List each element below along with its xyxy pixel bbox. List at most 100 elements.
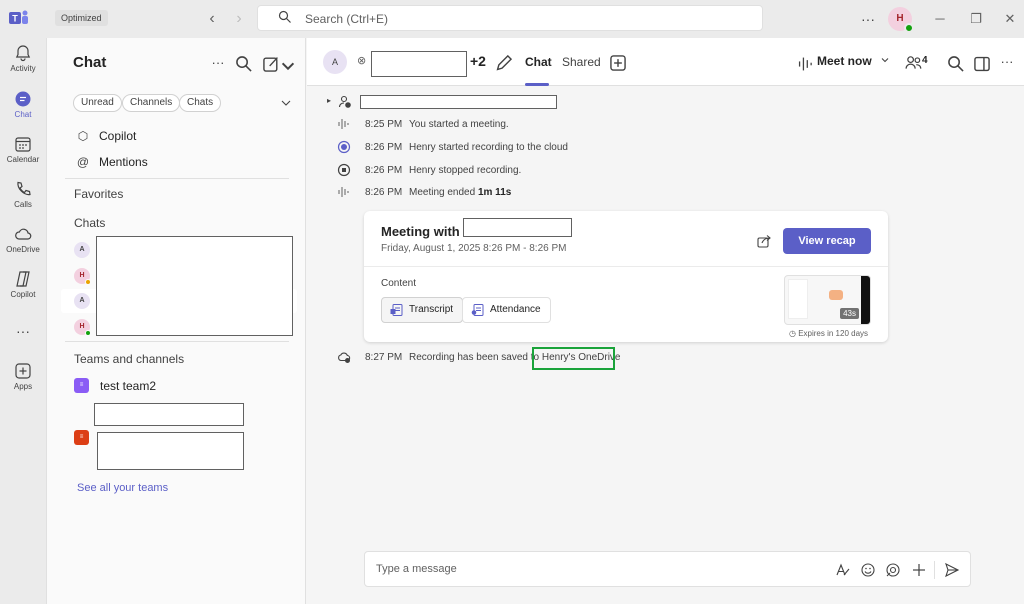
people-icon[interactable] xyxy=(905,54,923,72)
rail-onedrive[interactable]: OneDrive xyxy=(0,225,46,269)
send-icon[interactable] xyxy=(944,562,960,578)
new-chat-icon[interactable] xyxy=(262,55,280,73)
active-tab-indicator xyxy=(525,83,549,86)
extra-participants[interactable]: +2 xyxy=(470,53,486,69)
divider xyxy=(65,178,289,179)
side-panel-icon[interactable] xyxy=(973,55,991,73)
loop-icon[interactable] xyxy=(885,562,901,578)
see-all-teams-link[interactable]: See all your teams xyxy=(77,482,168,494)
minimize-icon[interactable]: ─ xyxy=(930,9,950,29)
rail-chat[interactable]: Chat xyxy=(0,90,46,134)
team-tile-icon[interactable]: ≡ xyxy=(74,430,89,445)
team-name[interactable]: test team2 xyxy=(100,379,156,393)
meeting-audio-icon xyxy=(338,119,349,129)
redacted-meeting-title xyxy=(360,95,557,109)
event-time: 8:27 PM xyxy=(365,352,403,363)
nav-mentions[interactable]: @ Mentions xyxy=(75,155,148,169)
rail-more[interactable]: ··· xyxy=(0,323,46,339)
profile-avatar[interactable]: H xyxy=(888,7,914,33)
transcript-button[interactable]: Transcript xyxy=(381,297,464,323)
back-arrow-icon[interactable]: ‹ xyxy=(202,9,222,29)
chevron-down-icon[interactable] xyxy=(279,96,293,110)
status-available-icon xyxy=(85,330,91,336)
meeting-recap-card: Meeting with Friday, August 1, 2025 8:26… xyxy=(364,211,888,342)
rail-activity[interactable]: Activity xyxy=(0,44,46,88)
copilot-icon xyxy=(16,271,30,287)
event-text: Meeting ended 1m 11s xyxy=(409,187,511,198)
forward-arrow-icon[interactable]: › xyxy=(229,9,249,29)
search-input[interactable]: Search (Ctrl+E) xyxy=(257,5,763,31)
chevron-down-icon[interactable] xyxy=(880,55,890,65)
format-icon[interactable] xyxy=(835,562,851,578)
teams-logo-icon: T xyxy=(9,10,28,24)
blocked-icon: ⊗ xyxy=(357,55,367,67)
chat-avatar[interactable]: A xyxy=(74,293,90,309)
more-options-icon[interactable]: ··· xyxy=(209,54,227,72)
close-icon[interactable]: ✕ xyxy=(1000,9,1020,29)
teams-label[interactable]: Teams and channels xyxy=(74,352,184,366)
highlight-box xyxy=(532,347,615,370)
filter-chats[interactable]: Chats xyxy=(179,94,222,112)
chat-avatar[interactable]: A xyxy=(74,242,90,258)
pencil-icon[interactable] xyxy=(495,54,513,72)
event-time: 8:26 PM xyxy=(365,187,403,198)
participant-count: 4 xyxy=(922,55,928,66)
tab-shared[interactable]: Shared xyxy=(562,55,601,69)
redacted-meeting-name xyxy=(463,218,572,237)
team-tile-icon[interactable]: ≡ xyxy=(74,378,89,393)
chat-avatar[interactable]: H xyxy=(74,268,91,285)
more-options-icon[interactable]: ··· xyxy=(858,9,878,29)
chevron-down-icon[interactable] xyxy=(279,57,297,75)
group-avatar[interactable]: A xyxy=(323,50,347,74)
avatar-initial: H xyxy=(896,13,904,24)
redacted-channel xyxy=(94,403,244,426)
nav-copilot[interactable]: ⬡ Copilot xyxy=(75,129,137,143)
recording-thumbnail[interactable]: 43s xyxy=(784,275,871,325)
rail-calendar[interactable]: Calendar xyxy=(0,135,46,179)
message-composer[interactable]: Type a message xyxy=(364,551,971,587)
plus-box-icon xyxy=(15,363,31,379)
restore-icon[interactable]: ❐ xyxy=(966,9,986,29)
search-placeholder: Search (Ctrl+E) xyxy=(305,12,389,26)
status-away-icon xyxy=(85,279,91,285)
redacted-chat-names xyxy=(96,236,293,336)
cloud-saved-icon xyxy=(338,352,351,363)
content-label: Content xyxy=(381,278,417,289)
view-recap-button[interactable]: View recap xyxy=(783,228,871,254)
event-text: Henry started recording to the cloud xyxy=(409,142,568,153)
filter-unread[interactable]: Unread xyxy=(73,94,122,112)
more-icon: ··· xyxy=(16,323,30,339)
emoji-icon[interactable] xyxy=(860,562,876,578)
redacted-chat-title xyxy=(371,51,467,77)
svg-text:T: T xyxy=(12,14,18,24)
status-available-icon xyxy=(904,23,914,33)
filter-channels[interactable]: Channels xyxy=(122,94,181,112)
audio-wave-icon xyxy=(798,57,812,71)
chats-label[interactable]: Chats xyxy=(74,216,105,230)
cloud-icon xyxy=(15,228,32,240)
meet-now-button[interactable]: Meet now xyxy=(817,54,872,68)
more-options-icon[interactable]: ··· xyxy=(998,53,1016,71)
expiry-text: ◷ Expires in 120 days xyxy=(789,329,868,338)
title-bar: T Optimized ‹ › Search (Ctrl+E) ··· H ─ … xyxy=(0,0,1024,38)
rail-calls[interactable]: Calls xyxy=(0,180,46,224)
search-icon[interactable] xyxy=(235,55,253,73)
nav-label: Mentions xyxy=(99,155,148,169)
event-time: 8:26 PM xyxy=(365,165,403,176)
search-icon[interactable] xyxy=(947,55,965,73)
attendance-button[interactable]: Attendance xyxy=(462,297,551,323)
favorites-label[interactable]: Favorites xyxy=(74,187,123,201)
chat-avatar[interactable]: H xyxy=(74,319,91,336)
rail-label: Activity xyxy=(10,64,36,73)
tab-chat[interactable]: Chat xyxy=(525,55,552,69)
meeting-duration: 1m 11s xyxy=(477,187,512,198)
rail-copilot[interactable]: Copilot xyxy=(0,270,46,314)
optimized-badge: Optimized xyxy=(55,10,108,26)
add-tab-icon[interactable] xyxy=(609,54,627,72)
thumbnail-preview xyxy=(829,290,843,300)
copilot-icon: ⬡ xyxy=(77,129,89,143)
expand-caret-icon[interactable]: ▸ xyxy=(327,96,331,105)
plus-icon[interactable] xyxy=(911,562,927,578)
share-icon[interactable] xyxy=(756,233,772,249)
rail-apps[interactable]: Apps xyxy=(0,362,46,406)
